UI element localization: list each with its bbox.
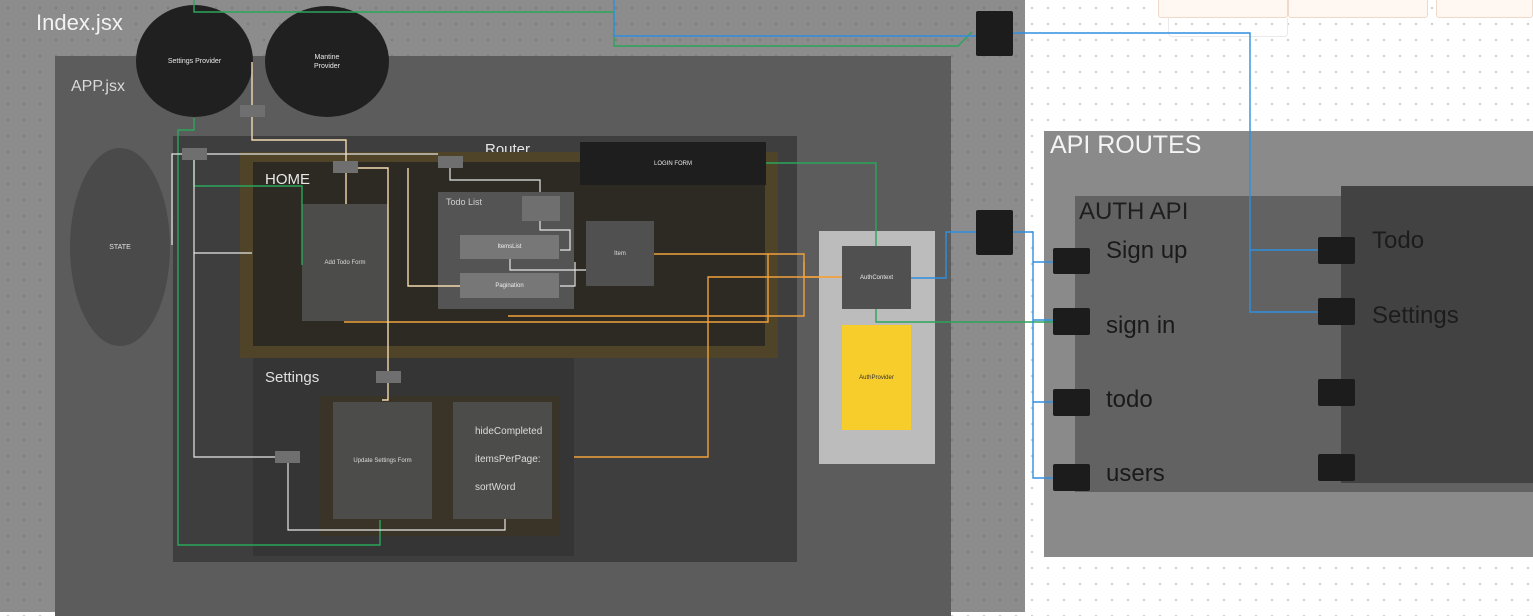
route-node-settings-api[interactable]	[1318, 298, 1355, 325]
todo-api-frame[interactable]	[1341, 186, 1533, 483]
login-form-node[interactable]: LOGIN FORM	[580, 142, 766, 185]
setting-items-per-page: itemsPerPage:	[475, 454, 541, 465]
mantine-provider-label-1: Mantine	[314, 53, 340, 61]
api-routes-title: API ROUTES	[1050, 131, 1202, 159]
add-todo-form-node[interactable]: Add Todo Form	[302, 204, 388, 321]
connector-router[interactable]	[438, 156, 463, 168]
mantine-provider-node[interactable]: Mantine Provider	[265, 6, 389, 117]
items-list-node[interactable]: ItemsList	[460, 235, 559, 259]
card-3[interactable]	[1436, 0, 1533, 18]
route-todo-api-label: Todo	[1372, 227, 1425, 254]
login-form-label: LOGIN FORM	[653, 160, 692, 167]
home-title: HOME	[265, 171, 310, 188]
todo-list-title: Todo List	[446, 197, 483, 207]
index-title: Index.jsx	[36, 10, 123, 35]
pagination-label: Pagination	[495, 282, 524, 289]
card-2[interactable]	[1288, 0, 1428, 18]
settings-provider-node[interactable]: Settings Provider	[136, 5, 253, 117]
route-settings-api-label: Settings	[1372, 302, 1459, 329]
item-node[interactable]: Item	[586, 221, 654, 286]
card-shadow	[1168, 18, 1288, 37]
route-users-label: users	[1106, 460, 1165, 487]
route-node-extra-1[interactable]	[1318, 379, 1355, 406]
connector-state-top[interactable]	[182, 148, 207, 160]
settings-title: Settings	[265, 369, 320, 386]
settings-values-node[interactable]: hideCompleted itemsPerPage: sortWord	[453, 402, 552, 519]
add-todo-form-label: Add Todo Form	[324, 259, 366, 266]
setting-hide-completed: hideCompleted	[475, 426, 543, 437]
route-todo-label: todo	[1106, 386, 1153, 413]
route-node-users[interactable]	[1053, 464, 1090, 491]
card-1[interactable]	[1158, 0, 1288, 18]
todo-list-connector[interactable]	[522, 196, 560, 221]
connector-settings-left[interactable]	[275, 451, 300, 463]
settings-provider-label: Settings Provider	[167, 57, 222, 65]
setting-sort-word: sortWord	[475, 482, 516, 493]
auth-provider-label: AuthProvider	[859, 374, 894, 381]
items-list-label: ItemsList	[497, 244, 522, 250]
auth-context-node[interactable]: AuthContext	[842, 246, 911, 309]
route-signin-label: sign in	[1106, 312, 1176, 339]
mantine-provider-label-2: Provider	[313, 62, 341, 70]
item-label: Item	[614, 250, 626, 257]
route-node-todo[interactable]	[1053, 389, 1090, 416]
update-settings-form-label: Update Settings Form	[353, 457, 412, 464]
route-node-todo-api[interactable]	[1318, 237, 1355, 264]
update-settings-form-node[interactable]: Update Settings Form	[333, 402, 432, 519]
pagination-node[interactable]: Pagination	[460, 273, 559, 298]
auth-context-label: AuthContext	[859, 274, 894, 281]
connector-settings[interactable]	[376, 371, 401, 383]
node-top-black[interactable]	[976, 11, 1013, 56]
state-label: STATE	[109, 243, 131, 251]
route-node-signup[interactable]	[1053, 248, 1090, 274]
node-mid-black[interactable]	[976, 210, 1013, 255]
app-title: APP.jsx	[71, 78, 125, 95]
auth-api-title: AUTH API	[1079, 198, 1189, 225]
route-node-signin[interactable]	[1053, 308, 1090, 335]
state-node[interactable]: STATE	[70, 148, 170, 346]
route-signup-label: Sign up	[1106, 237, 1188, 264]
connector-mantine[interactable]	[240, 105, 265, 117]
connector-home[interactable]	[333, 161, 358, 173]
auth-provider-node[interactable]: AuthProvider	[842, 325, 911, 430]
route-node-extra-2[interactable]	[1318, 454, 1355, 481]
